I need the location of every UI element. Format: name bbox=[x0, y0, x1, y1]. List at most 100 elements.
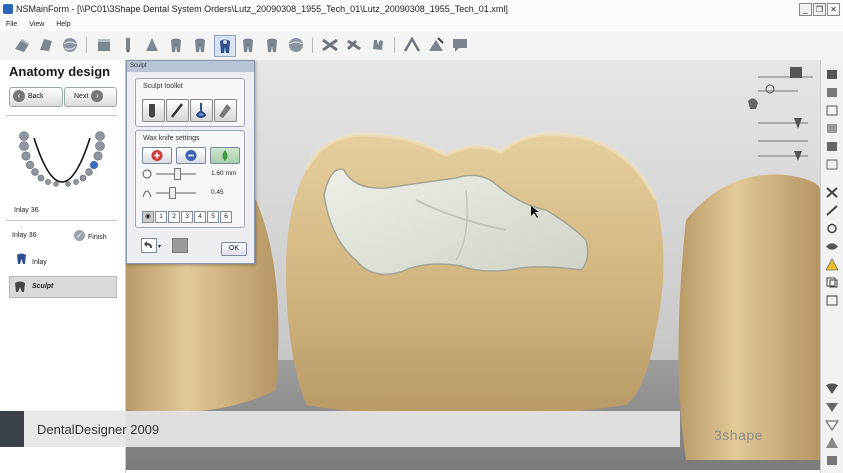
sculpt-tool-item[interactable]: Sculpt bbox=[9, 276, 117, 298]
comment-tool-icon[interactable] bbox=[450, 35, 470, 55]
smooth-tool-button[interactable] bbox=[190, 99, 213, 122]
strength-slider-track[interactable] bbox=[156, 192, 196, 194]
add-material-button[interactable] bbox=[142, 147, 172, 164]
right-toolbar bbox=[820, 60, 843, 473]
bevel-tool-icon[interactable] bbox=[36, 35, 56, 55]
strength-value: 0.45 bbox=[211, 189, 224, 196]
view-left-icon[interactable] bbox=[825, 104, 839, 117]
toolbar-separator bbox=[394, 37, 395, 53]
finish-check-icon[interactable]: ✓ bbox=[74, 230, 85, 241]
sculpt-tooth-icon bbox=[15, 281, 25, 292]
warning-icon[interactable] bbox=[825, 258, 839, 271]
view-back-icon[interactable] bbox=[825, 140, 839, 153]
next-button[interactable]: Next › bbox=[64, 87, 117, 107]
next-arrow-icon: › bbox=[91, 90, 104, 103]
undo-dropdown-icon[interactable]: ▾ bbox=[158, 243, 161, 250]
mouse-cursor-icon bbox=[531, 206, 539, 218]
strength-slider-thumb[interactable] bbox=[169, 187, 176, 199]
anatomy-tooth-icon[interactable] bbox=[214, 35, 236, 57]
shading-icon[interactable] bbox=[825, 382, 839, 395]
inlay-label[interactable]: Inlay bbox=[32, 259, 47, 266]
wax-knife-tool-button[interactable] bbox=[142, 99, 165, 122]
shading-icon[interactable] bbox=[825, 418, 839, 431]
move-tool-icon[interactable] bbox=[12, 35, 32, 55]
pan-icon[interactable] bbox=[825, 204, 839, 217]
pen-tool-icon[interactable] bbox=[118, 35, 138, 55]
view-right-icon[interactable] bbox=[825, 122, 839, 135]
panel-title: Anatomy design bbox=[9, 64, 111, 79]
sculpt-dialog: Sculpt Sculpt toolkit Wax knife settings… bbox=[126, 60, 255, 264]
smooth-material-button[interactable] bbox=[210, 147, 240, 164]
preset-1-button[interactable]: 1 bbox=[155, 211, 167, 223]
ok-button[interactable]: OK bbox=[221, 242, 247, 256]
brand-logo: 3shape bbox=[714, 427, 763, 443]
hand-tool-icon[interactable] bbox=[368, 35, 388, 55]
strength-curve-icon bbox=[142, 190, 152, 198]
restore-button[interactable]: ❐ bbox=[813, 3, 826, 16]
screenshot-icon[interactable] bbox=[825, 294, 839, 307]
size-circle-icon bbox=[142, 169, 152, 179]
title-bar: NSMainForm - [\\PC01\3Shape Dental Syste… bbox=[0, 0, 843, 19]
inlay-item-label: Inlay 36 bbox=[12, 232, 37, 239]
toolbar-separator bbox=[312, 37, 313, 53]
expand-icon[interactable] bbox=[825, 454, 839, 467]
redo-button[interactable] bbox=[172, 238, 188, 253]
preset-2-button[interactable]: 2 bbox=[168, 211, 180, 223]
sculpt-label: Sculpt bbox=[32, 283, 54, 290]
back-label: Back bbox=[28, 93, 44, 100]
dialog-title: Sculpt bbox=[127, 61, 254, 72]
view-front-icon[interactable] bbox=[825, 86, 839, 99]
tooth-label: Inlay 36 bbox=[14, 207, 39, 214]
rotate-icon[interactable] bbox=[825, 222, 839, 235]
tooth-icon[interactable] bbox=[190, 35, 210, 55]
shape-tool-button[interactable] bbox=[214, 99, 237, 122]
preset-5-button[interactable]: 5 bbox=[207, 211, 219, 223]
connector-tool-icon[interactable] bbox=[320, 35, 340, 55]
preset-6-button[interactable]: 6 bbox=[220, 211, 232, 223]
minimize-button[interactable]: _ bbox=[799, 3, 812, 16]
back-button[interactable]: ‹ Back bbox=[9, 87, 63, 107]
menu-file[interactable]: File bbox=[6, 21, 17, 28]
section-tool-icon[interactable] bbox=[426, 35, 446, 55]
close-button[interactable]: ✕ bbox=[827, 3, 840, 16]
divider bbox=[6, 220, 118, 221]
view-bottom-icon[interactable] bbox=[825, 158, 839, 171]
menu-bar: File View Help bbox=[0, 18, 843, 31]
shading-icon[interactable] bbox=[825, 400, 839, 413]
box-tool-icon[interactable] bbox=[94, 35, 114, 55]
preset-palette-icon[interactable]: ◉ bbox=[142, 211, 154, 223]
menu-view[interactable]: View bbox=[29, 21, 44, 28]
view-top-icon[interactable] bbox=[825, 68, 839, 81]
tooth-icon[interactable] bbox=[262, 35, 282, 55]
transparency-icon[interactable] bbox=[825, 436, 839, 449]
connector-tool-icon[interactable] bbox=[344, 35, 364, 55]
preset-3-button[interactable]: 3 bbox=[181, 211, 193, 223]
tooth-icon[interactable] bbox=[238, 35, 258, 55]
sculpt-toolkit-group: Sculpt toolkit bbox=[135, 78, 245, 127]
size-slider-thumb[interactable] bbox=[174, 168, 181, 180]
zoom-fit-icon[interactable] bbox=[825, 186, 839, 199]
inlay-tooth-icon bbox=[17, 253, 26, 264]
size-value: 1.60 mm bbox=[211, 170, 237, 177]
preset-4-button[interactable]: 4 bbox=[194, 211, 206, 223]
menu-help[interactable]: Help bbox=[56, 21, 70, 28]
back-arrow-icon: ‹ bbox=[13, 90, 25, 103]
measure-tool-icon[interactable] bbox=[402, 35, 422, 55]
window-title: NSMainForm - [\\PC01\3Shape Dental Syste… bbox=[16, 4, 508, 14]
remove-material-button[interactable] bbox=[176, 147, 206, 164]
globe-icon[interactable] bbox=[286, 35, 306, 55]
finish-label[interactable]: Finish bbox=[88, 234, 107, 241]
app-icon bbox=[3, 4, 13, 14]
copy-icon[interactable] bbox=[825, 276, 839, 289]
dental-arch-chart[interactable] bbox=[12, 126, 112, 201]
visibility-eye-icon[interactable] bbox=[825, 240, 839, 253]
main-toolbar bbox=[0, 31, 843, 61]
wax-knife-settings-group: Wax knife settings 1.60 mm 0.45 ◉ 1 2 3 … bbox=[135, 130, 245, 228]
view-sliders[interactable] bbox=[738, 63, 818, 173]
divider bbox=[6, 115, 118, 116]
knife-tool-button[interactable] bbox=[166, 99, 189, 122]
globe-icon[interactable] bbox=[60, 35, 80, 55]
tooth-icon[interactable] bbox=[166, 35, 186, 55]
undo-button[interactable] bbox=[141, 238, 157, 253]
cone-tool-icon[interactable] bbox=[142, 35, 162, 55]
